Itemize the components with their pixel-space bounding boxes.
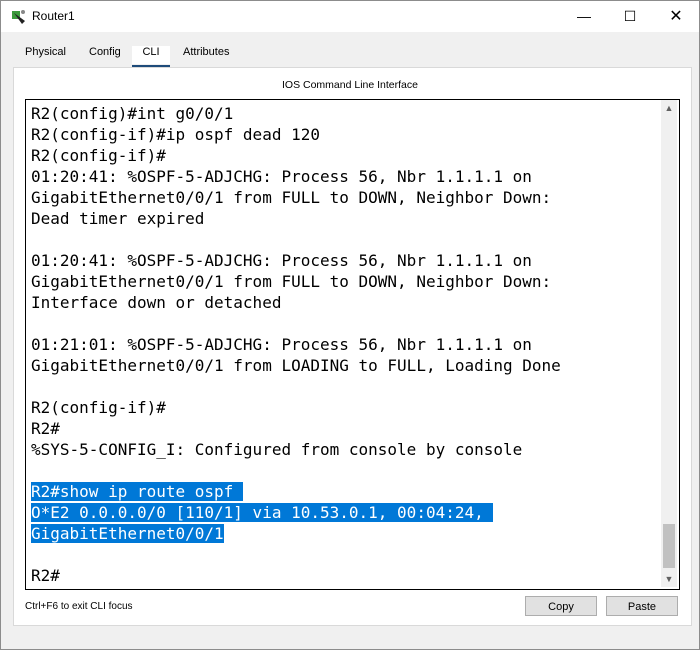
terminal-line: R2#show ip route ospf bbox=[31, 481, 561, 502]
terminal-line: %SYS-5-CONFIG_I: Configured from console… bbox=[31, 439, 561, 460]
paste-button[interactable]: Paste bbox=[606, 596, 678, 616]
close-button[interactable]: ✕ bbox=[653, 1, 699, 32]
terminal-scrollbar[interactable]: ▲ ▼ bbox=[661, 100, 677, 587]
terminal-line-text: R2(config-if)#ip ospf dead 120 bbox=[31, 125, 320, 144]
tab-bar: Physical Config CLI Attributes bbox=[1, 40, 699, 67]
tab-attributes[interactable]: Attributes bbox=[183, 46, 229, 64]
tab-config[interactable]: Config bbox=[89, 46, 121, 64]
terminal-line: R2(config-if)# bbox=[31, 145, 561, 166]
terminal-line-text: 01:21:01: %OSPF-5-ADJCHG: Process 56, Nb… bbox=[31, 335, 532, 354]
terminal-line-text: GigabitEthernet0/0/1 from FULL to DOWN, … bbox=[31, 272, 552, 291]
terminal-line-text: R2# bbox=[31, 566, 60, 585]
title-bar[interactable]: Router1 — ☐ ✕ bbox=[1, 1, 699, 32]
terminal-line-text: GigabitEthernet0/0/1 from LOADING to FUL… bbox=[31, 356, 561, 375]
terminal-line-selected-text: O*E2 0.0.0.0/0 [110/1] via 10.53.0.1, 00… bbox=[31, 503, 494, 522]
cli-terminal[interactable]: R2(config)#int g0/0/1 R2(config-if)#ip os… bbox=[25, 99, 680, 590]
terminal-line-text: R2(config-if)# bbox=[31, 398, 166, 417]
scroll-up-icon[interactable]: ▲ bbox=[661, 100, 677, 116]
terminal-line: GigabitEthernet0/0/1 from FULL to DOWN, … bbox=[31, 271, 561, 292]
cli-section-title: IOS Command Line Interface bbox=[282, 79, 418, 91]
scroll-down-icon[interactable]: ▼ bbox=[661, 571, 677, 587]
terminal-line: GigabitEthernet0/0/1 from LOADING to FUL… bbox=[31, 355, 561, 376]
terminal-line: GigabitEthernet0/0/1 from FULL to DOWN, … bbox=[31, 187, 561, 208]
minimize-button[interactable]: — bbox=[561, 1, 607, 32]
terminal-line: Dead timer expired bbox=[31, 208, 561, 229]
terminal-line-text: GigabitEthernet0/0/1 from FULL to DOWN, … bbox=[31, 188, 552, 207]
terminal-output: R2(config)#int g0/0/1 R2(config-if)#ip os… bbox=[31, 103, 561, 586]
terminal-line-selected-text: GigabitEthernet0/0/1 bbox=[31, 524, 224, 543]
router-icon bbox=[9, 8, 27, 26]
terminal-line: 01:20:41: %OSPF-5-ADJCHG: Process 56, Nb… bbox=[31, 166, 561, 187]
terminal-line: 01:21:01: %OSPF-5-ADJCHG: Process 56, Nb… bbox=[31, 334, 561, 355]
terminal-line: O*E2 0.0.0.0/0 [110/1] via 10.53.0.1, 00… bbox=[31, 502, 561, 523]
terminal-line: R2(config-if)#ip ospf dead 120 bbox=[31, 124, 561, 145]
terminal-line: R2(config)#int g0/0/1 bbox=[31, 103, 561, 124]
terminal-line-text: %SYS-5-CONFIG_I: Configured from console… bbox=[31, 440, 523, 459]
tab-cli[interactable]: CLI bbox=[132, 46, 170, 64]
terminal-line-text: R2# bbox=[31, 419, 60, 438]
scroll-thumb[interactable] bbox=[663, 524, 675, 568]
terminal-line-selected-text: R2#show ip route ospf bbox=[31, 482, 243, 501]
router-window: Router1 — ☐ ✕ Physical Config CLI Attrib… bbox=[0, 0, 700, 650]
window-title: Router1 bbox=[32, 9, 75, 23]
terminal-line-text: R2(config-if)# bbox=[31, 146, 166, 165]
exit-focus-hint: Ctrl+F6 to exit CLI focus bbox=[25, 601, 133, 612]
terminal-line: R2# bbox=[31, 418, 561, 439]
terminal-line: GigabitEthernet0/0/1 bbox=[31, 523, 561, 544]
terminal-line-text: Dead timer expired bbox=[31, 209, 205, 228]
terminal-line-text: R2(config)#int g0/0/1 bbox=[31, 104, 234, 123]
terminal-line-text: 01:20:41: %OSPF-5-ADJCHG: Process 56, Nb… bbox=[31, 251, 532, 270]
tab-physical[interactable]: Physical bbox=[25, 46, 66, 64]
terminal-line: R2(config-if)# bbox=[31, 397, 561, 418]
copy-button[interactable]: Copy bbox=[525, 596, 597, 616]
terminal-line: 01:20:41: %OSPF-5-ADJCHG: Process 56, Nb… bbox=[31, 250, 561, 271]
terminal-line: R2# bbox=[31, 565, 561, 586]
terminal-line: Interface down or detached bbox=[31, 292, 561, 313]
terminal-line-text: 01:20:41: %OSPF-5-ADJCHG: Process 56, Nb… bbox=[31, 167, 532, 186]
maximize-button[interactable]: ☐ bbox=[607, 1, 653, 32]
terminal-line-text: Interface down or detached bbox=[31, 293, 282, 312]
